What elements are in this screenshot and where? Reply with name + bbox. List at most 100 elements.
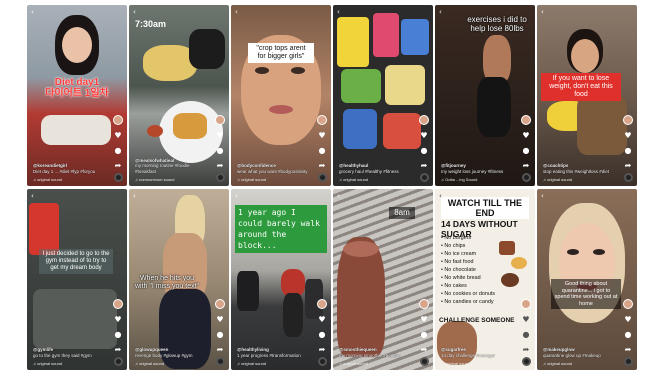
- music-disc-icon[interactable]: [114, 173, 123, 182]
- heart-icon[interactable]: ♥: [216, 132, 225, 140]
- music-label[interactable]: ♫ original sound: [543, 177, 572, 182]
- share-icon[interactable]: ➦: [420, 346, 429, 354]
- music-label[interactable]: ♫ nomnomnom sound: [135, 177, 174, 182]
- avatar[interactable]: [113, 115, 123, 125]
- music-label[interactable]: ♫ original sound: [543, 361, 572, 366]
- music-disc-icon[interactable]: [420, 173, 429, 182]
- caption-username[interactable]: @healthyliving: [237, 347, 269, 352]
- back-icon[interactable]: ‹: [133, 8, 136, 16]
- heart-icon[interactable]: ♥: [114, 132, 123, 140]
- share-icon[interactable]: ➦: [624, 346, 633, 354]
- caption-username[interactable]: @sugarfree: [441, 347, 466, 352]
- heart-icon[interactable]: ♥: [318, 132, 327, 140]
- heart-icon[interactable]: ♥: [216, 316, 225, 324]
- avatar[interactable]: [419, 299, 429, 309]
- back-icon[interactable]: ‹: [31, 192, 34, 200]
- heart-icon[interactable]: ♥: [624, 316, 633, 324]
- heart-icon[interactable]: ♥: [318, 316, 327, 324]
- heart-icon[interactable]: ♥: [522, 316, 531, 324]
- caption-username[interactable]: @healthyhaul: [339, 163, 368, 168]
- comment-icon[interactable]: ●: [318, 331, 327, 339]
- back-icon[interactable]: ‹: [133, 192, 136, 200]
- music-label[interactable]: ♫ original sound: [237, 177, 266, 182]
- heart-icon[interactable]: ♥: [420, 316, 429, 324]
- back-icon[interactable]: ‹: [31, 8, 34, 16]
- heart-icon[interactable]: ♥: [114, 316, 123, 324]
- back-icon[interactable]: ‹: [541, 192, 544, 200]
- music-disc-icon[interactable]: [624, 173, 633, 182]
- avatar[interactable]: [623, 299, 633, 309]
- caption-username[interactable]: @makeupglow: [543, 347, 575, 352]
- video-tile[interactable]: 1 year ago I could barely walk around th…: [231, 189, 331, 370]
- caption-username[interactable]: @bodyconfidence: [237, 163, 276, 168]
- video-tile[interactable]: "crop tops arent for bigger girls" ‹ ♥ ●…: [231, 5, 331, 186]
- avatar[interactable]: [521, 115, 531, 125]
- music-disc-icon[interactable]: [522, 173, 531, 182]
- caption-username[interactable]: @smoothiequeen: [339, 347, 377, 352]
- video-tile[interactable]: Good thing about quarantine... i got to …: [537, 189, 637, 370]
- share-icon[interactable]: ➦: [318, 346, 327, 354]
- comment-icon[interactable]: ●: [420, 331, 429, 339]
- heart-icon[interactable]: ♥: [420, 132, 429, 140]
- music-disc-icon[interactable]: [624, 357, 633, 366]
- music-disc-icon[interactable]: [318, 173, 327, 182]
- music-disc-icon[interactable]: [318, 357, 327, 366]
- comment-icon[interactable]: ●: [420, 147, 429, 155]
- avatar[interactable]: [623, 115, 633, 125]
- comment-icon[interactable]: ●: [624, 331, 633, 339]
- music-label[interactable]: ♫ original sound: [135, 361, 164, 366]
- share-icon[interactable]: ➦: [318, 162, 327, 170]
- video-tile[interactable]: Diet day1 다이어트 1일차 ‹ ♥ ● ➦ @koreandietgi…: [27, 5, 127, 186]
- share-icon[interactable]: ➦: [420, 162, 429, 170]
- heart-icon[interactable]: ♥: [624, 132, 633, 140]
- caption-username[interactable]: @glowupqueen: [135, 347, 168, 352]
- music-label[interactable]: ♫ original sound: [339, 177, 368, 182]
- back-icon[interactable]: ‹: [337, 8, 340, 16]
- video-tile[interactable]: I just decided to go to the gym instead …: [27, 189, 127, 370]
- music-label[interactable]: ♫ original sound: [339, 361, 368, 366]
- caption-username[interactable]: @gymlife: [33, 347, 53, 352]
- back-icon[interactable]: ‹: [235, 8, 238, 16]
- music-disc-icon[interactable]: [216, 173, 225, 182]
- avatar[interactable]: [215, 115, 225, 125]
- share-icon[interactable]: ➦: [624, 162, 633, 170]
- share-icon[interactable]: ➦: [114, 162, 123, 170]
- heart-icon[interactable]: ♥: [522, 132, 531, 140]
- video-tile[interactable]: 8am ‹ ♥ ● ➦ @smoothiequeen my morning smo…: [333, 189, 433, 370]
- share-icon[interactable]: ➦: [114, 346, 123, 354]
- comment-icon[interactable]: ●: [318, 147, 327, 155]
- video-tile[interactable]: 7:30am ‹ ♥ ● ➦ @mealsofwhatieat my mornin…: [129, 5, 229, 186]
- music-label[interactable]: ♫ original sound: [237, 361, 266, 366]
- avatar[interactable]: [317, 299, 327, 309]
- back-icon[interactable]: ‹: [439, 192, 442, 200]
- music-disc-icon[interactable]: [216, 357, 225, 366]
- avatar[interactable]: [317, 115, 327, 125]
- video-tile[interactable]: WATCH TILL THE END 14 DAYS WITHOUT SUGAR…: [435, 189, 535, 370]
- comment-icon[interactable]: ●: [114, 331, 123, 339]
- back-icon[interactable]: ‹: [541, 8, 544, 16]
- back-icon[interactable]: ‹: [439, 8, 442, 16]
- caption-username[interactable]: @koreandietgirl: [33, 163, 67, 168]
- comment-icon[interactable]: ●: [522, 331, 531, 339]
- avatar[interactable]: [521, 299, 531, 309]
- video-tile[interactable]: When he hits you with "I miss you text" …: [129, 189, 229, 370]
- music-disc-icon[interactable]: [522, 357, 531, 366]
- share-icon[interactable]: ➦: [522, 162, 531, 170]
- avatar[interactable]: [215, 299, 225, 309]
- comment-icon[interactable]: ●: [216, 147, 225, 155]
- share-icon[interactable]: ➦: [216, 346, 225, 354]
- music-disc-icon[interactable]: [420, 357, 429, 366]
- music-label[interactable]: ♫ original sound: [441, 361, 470, 366]
- caption-username[interactable]: @fitjourney: [441, 163, 466, 168]
- share-icon[interactable]: ➦: [216, 162, 225, 170]
- comment-icon[interactable]: ●: [216, 331, 225, 339]
- avatar[interactable]: [113, 299, 123, 309]
- back-icon[interactable]: ‹: [337, 192, 340, 200]
- video-tile[interactable]: exercises i did to help lose 80lbs ‹ ♥ ●…: [435, 5, 535, 186]
- share-icon[interactable]: ➦: [522, 346, 531, 354]
- comment-icon[interactable]: ●: [522, 147, 531, 155]
- video-tile[interactable]: ‹ ♥ ● ➦ @healthyhaul grocery haul #health…: [333, 5, 433, 186]
- music-label[interactable]: ♫ original sound: [33, 361, 62, 366]
- comment-icon[interactable]: ●: [114, 147, 123, 155]
- back-icon[interactable]: ‹: [235, 192, 238, 200]
